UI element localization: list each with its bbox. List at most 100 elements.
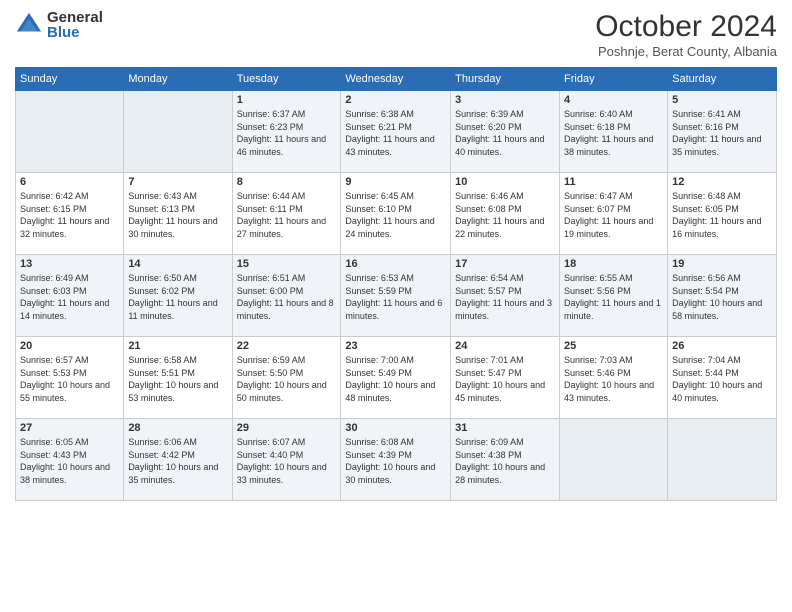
day-number: 20 (20, 340, 119, 352)
weekday-header-row: Sunday Monday Tuesday Wednesday Thursday… (16, 68, 777, 91)
calendar-cell: 17 Sunrise: 6:54 AMSunset: 5:57 PMDayligh… (451, 255, 560, 337)
logo-blue: Blue (47, 25, 103, 40)
month-title: October 2024 (595, 10, 777, 44)
day-detail: Sunrise: 6:49 AMSunset: 6:03 PMDaylight:… (20, 272, 119, 322)
day-number: 13 (20, 258, 119, 270)
day-detail: Sunrise: 6:05 AMSunset: 4:43 PMDaylight:… (20, 436, 119, 486)
header-saturday: Saturday (668, 68, 777, 91)
day-detail: Sunrise: 6:39 AMSunset: 6:20 PMDaylight:… (455, 108, 555, 158)
header-thursday: Thursday (451, 68, 560, 91)
header-sunday: Sunday (16, 68, 124, 91)
calendar-cell: 2 Sunrise: 6:38 AMSunset: 6:21 PMDaylight… (341, 91, 451, 173)
day-number: 29 (237, 422, 337, 434)
day-detail: Sunrise: 6:51 AMSunset: 6:00 PMDaylight:… (237, 272, 337, 322)
day-detail: Sunrise: 6:47 AMSunset: 6:07 PMDaylight:… (564, 190, 663, 240)
week-row-2: 6 Sunrise: 6:42 AMSunset: 6:15 PMDaylight… (16, 173, 777, 255)
calendar-cell: 14 Sunrise: 6:50 AMSunset: 6:02 PMDayligh… (124, 255, 232, 337)
calendar-cell: 13 Sunrise: 6:49 AMSunset: 6:03 PMDayligh… (16, 255, 124, 337)
calendar-cell: 22 Sunrise: 6:59 AMSunset: 5:50 PMDayligh… (232, 337, 341, 419)
day-number: 15 (237, 258, 337, 270)
logo: General Blue (15, 10, 103, 40)
calendar-cell (124, 91, 232, 173)
day-detail: Sunrise: 6:08 AMSunset: 4:39 PMDaylight:… (345, 436, 446, 486)
day-number: 25 (564, 340, 663, 352)
calendar-cell: 28 Sunrise: 6:06 AMSunset: 4:42 PMDayligh… (124, 419, 232, 501)
day-number: 17 (455, 258, 555, 270)
day-detail: Sunrise: 6:45 AMSunset: 6:10 PMDaylight:… (345, 190, 446, 240)
calendar-cell: 20 Sunrise: 6:57 AMSunset: 5:53 PMDayligh… (16, 337, 124, 419)
calendar-cell: 1Sunrise: 6:37 AMSunset: 6:23 PMDaylight… (232, 91, 341, 173)
day-number: 19 (672, 258, 772, 270)
calendar-cell (560, 419, 668, 501)
week-row-3: 13 Sunrise: 6:49 AMSunset: 6:03 PMDayligh… (16, 255, 777, 337)
day-number: 1 (237, 94, 337, 106)
day-number: 18 (564, 258, 663, 270)
calendar-cell: 27 Sunrise: 6:05 AMSunset: 4:43 PMDayligh… (16, 419, 124, 501)
header-tuesday: Tuesday (232, 68, 341, 91)
day-detail: Sunrise: 7:01 AMSunset: 5:47 PMDaylight:… (455, 354, 555, 404)
day-number: 28 (128, 422, 227, 434)
calendar-cell: 10 Sunrise: 6:46 AMSunset: 6:08 PMDayligh… (451, 173, 560, 255)
calendar-cell: 11 Sunrise: 6:47 AMSunset: 6:07 PMDayligh… (560, 173, 668, 255)
day-number: 2 (345, 94, 446, 106)
header-monday: Monday (124, 68, 232, 91)
calendar-cell: 23 Sunrise: 7:00 AMSunset: 5:49 PMDayligh… (341, 337, 451, 419)
day-detail: Sunrise: 6:50 AMSunset: 6:02 PMDaylight:… (128, 272, 227, 322)
day-detail: Sunrise: 6:55 AMSunset: 5:56 PMDaylight:… (564, 272, 663, 322)
day-detail: Sunrise: 6:07 AMSunset: 4:40 PMDaylight:… (237, 436, 337, 486)
calendar-cell: 7 Sunrise: 6:43 AMSunset: 6:13 PMDaylight… (124, 173, 232, 255)
calendar-cell: 24 Sunrise: 7:01 AMSunset: 5:47 PMDayligh… (451, 337, 560, 419)
day-detail: Sunrise: 6:54 AMSunset: 5:57 PMDaylight:… (455, 272, 555, 322)
day-number: 16 (345, 258, 446, 270)
day-detail: Sunrise: 6:43 AMSunset: 6:13 PMDaylight:… (128, 190, 227, 240)
day-number: 12 (672, 176, 772, 188)
calendar-cell: 29 Sunrise: 6:07 AMSunset: 4:40 PMDayligh… (232, 419, 341, 501)
calendar-cell: 19 Sunrise: 6:56 AMSunset: 5:54 PMDayligh… (668, 255, 777, 337)
day-detail: Sunrise: 6:48 AMSunset: 6:05 PMDaylight:… (672, 190, 772, 240)
day-detail: Sunrise: 6:56 AMSunset: 5:54 PMDaylight:… (672, 272, 772, 322)
calendar-cell: 9Sunrise: 6:45 AMSunset: 6:10 PMDaylight… (341, 173, 451, 255)
day-detail: Sunrise: 6:38 AMSunset: 6:21 PMDaylight:… (345, 108, 446, 158)
day-detail: Sunrise: 6:40 AMSunset: 6:18 PMDaylight:… (564, 108, 663, 158)
day-number: 26 (672, 340, 772, 352)
calendar-cell: 26 Sunrise: 7:04 AMSunset: 5:44 PMDayligh… (668, 337, 777, 419)
calendar-cell (668, 419, 777, 501)
day-detail: Sunrise: 7:00 AMSunset: 5:49 PMDaylight:… (345, 354, 446, 404)
calendar-cell: 25 Sunrise: 7:03 AMSunset: 5:46 PMDayligh… (560, 337, 668, 419)
day-number: 11 (564, 176, 663, 188)
logo-general: General (47, 10, 103, 25)
day-detail: Sunrise: 7:03 AMSunset: 5:46 PMDaylight:… (564, 354, 663, 404)
day-detail: Sunrise: 7:04 AMSunset: 5:44 PMDaylight:… (672, 354, 772, 404)
day-number: 27 (20, 422, 119, 434)
calendar: Sunday Monday Tuesday Wednesday Thursday… (15, 67, 777, 501)
day-detail: Sunrise: 6:58 AMSunset: 5:51 PMDaylight:… (128, 354, 227, 404)
calendar-cell: 21Sunrise: 6:58 AMSunset: 5:51 PMDayligh… (124, 337, 232, 419)
day-detail: Sunrise: 6:09 AMSunset: 4:38 PMDaylight:… (455, 436, 555, 486)
day-detail: Sunrise: 6:46 AMSunset: 6:08 PMDaylight:… (455, 190, 555, 240)
calendar-cell: 8Sunrise: 6:44 AMSunset: 6:11 PMDaylight… (232, 173, 341, 255)
logo-icon (15, 11, 43, 39)
calendar-cell: 15 Sunrise: 6:51 AMSunset: 6:00 PMDayligh… (232, 255, 341, 337)
day-number: 24 (455, 340, 555, 352)
day-number: 7 (128, 176, 227, 188)
logo-text: General Blue (47, 10, 103, 40)
week-row-1: 1Sunrise: 6:37 AMSunset: 6:23 PMDaylight… (16, 91, 777, 173)
day-number: 5 (672, 94, 772, 106)
calendar-cell: 3Sunrise: 6:39 AMSunset: 6:20 PMDaylight… (451, 91, 560, 173)
day-number: 6 (20, 176, 119, 188)
week-row-4: 20 Sunrise: 6:57 AMSunset: 5:53 PMDayligh… (16, 337, 777, 419)
calendar-cell: 18 Sunrise: 6:55 AMSunset: 5:56 PMDayligh… (560, 255, 668, 337)
day-detail: Sunrise: 6:59 AMSunset: 5:50 PMDaylight:… (237, 354, 337, 404)
day-number: 22 (237, 340, 337, 352)
calendar-cell: 12 Sunrise: 6:48 AMSunset: 6:05 PMDayligh… (668, 173, 777, 255)
day-detail: Sunrise: 6:57 AMSunset: 5:53 PMDaylight:… (20, 354, 119, 404)
day-detail: Sunrise: 6:41 AMSunset: 6:16 PMDaylight:… (672, 108, 772, 158)
calendar-cell: 4 Sunrise: 6:40 AMSunset: 6:18 PMDaylight… (560, 91, 668, 173)
day-number: 8 (237, 176, 337, 188)
day-detail: Sunrise: 6:06 AMSunset: 4:42 PMDaylight:… (128, 436, 227, 486)
day-detail: Sunrise: 6:42 AMSunset: 6:15 PMDaylight:… (20, 190, 119, 240)
day-number: 23 (345, 340, 446, 352)
day-number: 4 (564, 94, 663, 106)
day-number: 10 (455, 176, 555, 188)
day-number: 14 (128, 258, 227, 270)
